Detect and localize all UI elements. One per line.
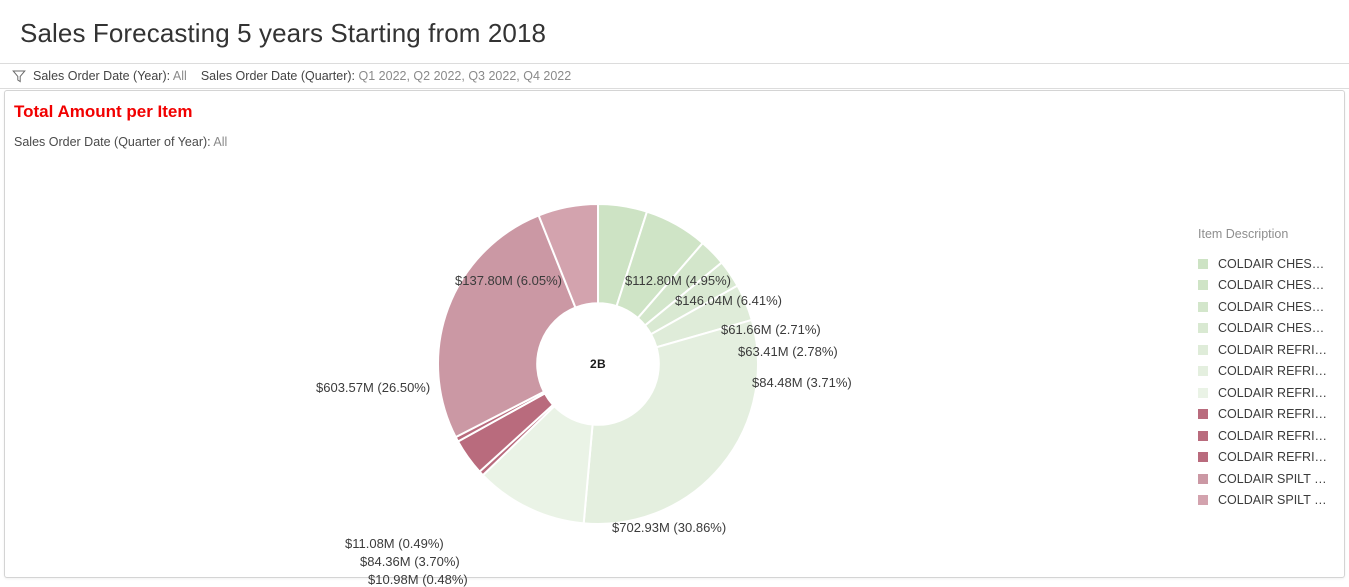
legend-item-label: COLDAIR SPILT U... [1218,493,1330,508]
panel-subtitle-value: All [213,135,228,149]
legend-item-label: COLDAIR REFRIG... [1218,407,1330,422]
filter-quarter-value: Q1 2022, Q2 2022, Q3 2022, Q4 2022 [358,68,572,83]
panel-subtitle: Sales Order Date (Quarter of Year): All [14,135,227,149]
slice-value-label: $61.66M (2.71%) [721,322,821,337]
legend-item[interactable]: COLDAIR CHEST ... [1198,275,1348,297]
dashboard-title: Sales Forecasting 5 years Starting from … [20,18,547,48]
filter-bar: Sales Order Date (Year): All Sales Order… [0,63,1349,89]
legend-item-label: COLDAIR SPILT U... [1218,471,1330,486]
legend-item-list: COLDAIR CHEST ... COLDAIR CHEST ... COLDAI… [1198,253,1348,511]
legend-item[interactable]: COLDAIR REFRIG... [1198,339,1348,361]
slice-value-label: $10.98M (0.48%) [368,572,468,587]
legend-swatch-icon [1198,258,1208,269]
legend-item-label: COLDAIR REFRIG... [1218,450,1330,465]
legend-item-label: COLDAIR REFRIG... [1218,385,1330,400]
slice-value-label: $112.80M (4.95%) [625,273,731,288]
legend-swatch-icon [1198,473,1208,484]
slice-value-label: $11.08M (0.49%) [345,536,444,551]
legend-item[interactable]: COLDAIR REFRIG... [1198,404,1348,426]
legend-item-label: COLDAIR REFRIG... [1218,342,1330,357]
slice-value-label: $84.48M (3.71%) [752,375,852,390]
dashboard-root: Sales Forecasting 5 years Starting from … [0,0,1349,587]
legend-item[interactable]: COLDAIR REFRIG... [1198,425,1348,447]
filter-sales-order-date-year[interactable]: Sales Order Date (Year): All [33,70,187,83]
donut-chart: 2B [437,203,759,525]
legend-swatch-icon [1198,430,1208,441]
panel-subtitle-label: Sales Order Date (Quarter of Year): [14,135,211,149]
legend-item-label: COLDAIR CHEST ... [1218,278,1330,293]
slice-value-label: $702.93M (30.86%) [612,520,727,535]
slice-value-label: $137.80M (6.05%) [455,273,562,288]
legend-item-label: COLDAIR REFRIG... [1218,428,1330,443]
legend-item[interactable]: COLDAIR REFRIG... [1198,382,1348,404]
legend-swatch-icon [1198,280,1208,291]
filter-icon [12,69,26,83]
legend-swatch-icon [1198,301,1208,312]
slice-value-label: $63.41M (2.78%) [738,344,838,359]
legend-item[interactable]: COLDAIR REFRIG... [1198,447,1348,469]
slice-value-label: $84.36M (3.70%) [360,554,460,569]
legend-swatch-icon [1198,452,1208,463]
filter-quarter-label: Sales Order Date (Quarter): [200,68,356,83]
legend-item-label: COLDAIR CHEST ... [1218,299,1330,314]
legend-item[interactable]: COLDAIR REFRIG... [1198,361,1348,383]
legend-item-label: COLDAIR REFRIG... [1218,364,1330,379]
pie-slice[interactable] [582,318,759,525]
slice-value-label: $603.57M (26.50%) [316,380,431,395]
legend-item[interactable]: COLDAIR CHEST ... [1198,318,1348,340]
chart-panel: Total Amount per Item Sales Order Date (… [4,90,1348,586]
legend-swatch-icon [1198,387,1208,398]
legend-swatch-icon [1198,323,1208,334]
legend-item[interactable]: COLDAIR SPILT U... [1198,468,1348,490]
panel-title: Total Amount per Item [14,102,193,121]
filter-year-label: Sales Order Date (Year): [33,68,171,83]
slice-value-label: $146.04M (6.41%) [675,293,782,308]
legend-title: Item Description [1198,227,1289,241]
legend-item[interactable]: COLDAIR SPILT U... [1198,490,1348,512]
filter-year-value: All [172,68,187,83]
legend-swatch-icon [1198,366,1208,377]
legend-swatch-icon [1198,344,1208,355]
legend-item-label: COLDAIR CHEST ... [1218,321,1330,336]
legend-item-label: COLDAIR CHEST ... [1218,256,1330,271]
legend-swatch-icon [1198,409,1208,420]
chart-legend: Item Description COLDAIR CHEST ... COLDAI… [1198,227,1348,511]
legend-item[interactable]: COLDAIR CHEST ... [1198,253,1348,275]
donut-chart-svg[interactable] [437,203,759,525]
legend-swatch-icon [1198,495,1208,506]
filter-sales-order-date-quarter[interactable]: Sales Order Date (Quarter): Q1 2022, Q2 … [201,70,571,83]
legend-item[interactable]: COLDAIR CHEST ... [1198,296,1348,318]
